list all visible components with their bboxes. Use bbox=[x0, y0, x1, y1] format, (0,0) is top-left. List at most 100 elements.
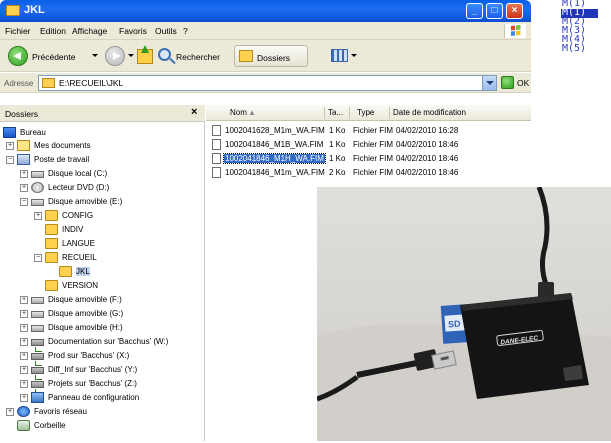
expand-icon[interactable]: + bbox=[34, 212, 42, 220]
tree-item-label: Lecteur DVD (D:) bbox=[48, 183, 110, 192]
menu-outils[interactable]: Outils bbox=[155, 26, 177, 36]
file-icon bbox=[212, 167, 221, 178]
column-header-date[interactable]: Date de modification bbox=[393, 108, 466, 117]
file-icon bbox=[212, 125, 221, 136]
views-icon[interactable] bbox=[331, 49, 348, 62]
column-header-type[interactable]: Type bbox=[357, 108, 374, 117]
network-places-icon bbox=[17, 406, 30, 417]
control-panel-icon bbox=[31, 392, 44, 403]
collapse-icon[interactable]: − bbox=[34, 254, 42, 262]
expand-icon[interactable]: + bbox=[20, 366, 28, 374]
folder-icon bbox=[45, 238, 58, 249]
close-pane-icon[interactable]: × bbox=[191, 106, 197, 118]
expand-icon[interactable]: + bbox=[20, 184, 28, 192]
menu-affichage[interactable]: Affichage bbox=[72, 26, 107, 36]
tree-item-label: VERSION bbox=[62, 281, 99, 290]
views-dropdown-icon[interactable] bbox=[351, 54, 357, 57]
folders-button-label: Dossiers bbox=[257, 53, 291, 63]
file-row-selected[interactable]: 1002041846_M1H_WA.FIM 1 Ko Fichier FIM 0… bbox=[212, 152, 531, 166]
search-button-label[interactable]: Rechercher bbox=[176, 52, 220, 62]
tree-item-label: Diff_Inf sur 'Bacchus' (Y:) bbox=[48, 365, 138, 374]
expand-icon[interactable]: + bbox=[20, 352, 28, 360]
file-row[interactable]: 1002041846_M1m_WA.FIM 2 Ko Fichier FIM 0… bbox=[212, 166, 531, 180]
tree-item-label: Disque amovible (E:) bbox=[48, 197, 123, 206]
network-drive-icon bbox=[31, 381, 44, 394]
file-icon bbox=[212, 153, 221, 164]
removable-drive-icon bbox=[31, 297, 44, 304]
folder-icon bbox=[45, 224, 58, 235]
tree-item-label: Poste de travail bbox=[34, 155, 90, 164]
back-dropdown-icon[interactable] bbox=[92, 54, 98, 57]
sd-card-label: SD bbox=[448, 319, 462, 330]
forward-dropdown-icon[interactable] bbox=[128, 54, 134, 57]
expand-icon[interactable]: + bbox=[20, 394, 28, 402]
address-dropdown-icon[interactable] bbox=[482, 76, 496, 90]
address-value[interactable]: E:\RECUEIL\JKL bbox=[59, 78, 123, 88]
collapse-icon[interactable]: − bbox=[6, 156, 14, 164]
folder-icon bbox=[45, 280, 58, 291]
expand-icon[interactable]: + bbox=[6, 142, 14, 150]
go-button[interactable]: OK bbox=[501, 75, 529, 91]
folders-button[interactable]: Dossiers bbox=[234, 45, 308, 67]
removable-drive-icon bbox=[31, 325, 44, 332]
close-button[interactable]: × bbox=[506, 3, 523, 19]
folder-icon bbox=[42, 78, 55, 88]
hard-drive-icon bbox=[31, 171, 44, 178]
back-arrow-icon[interactable] bbox=[8, 46, 28, 66]
tree-item-label: RECUEIL bbox=[62, 253, 97, 262]
menu-fichier[interactable]: Fichier bbox=[5, 26, 31, 36]
menu-help[interactable]: ? bbox=[183, 26, 188, 36]
tree-item-label: Disque amovible (F:) bbox=[48, 295, 122, 304]
go-arrow-icon bbox=[501, 76, 514, 89]
file-icon bbox=[212, 139, 221, 150]
back-button-label[interactable]: Précédente bbox=[32, 52, 75, 62]
open-folder-icon bbox=[45, 252, 58, 263]
expand-icon[interactable]: + bbox=[6, 408, 14, 416]
m-list-item[interactable]: M(5) bbox=[561, 44, 611, 54]
address-label: Adresse bbox=[4, 79, 34, 88]
tree-item-label: Favoris réseau bbox=[34, 407, 87, 416]
file-name: 1002041846_M1H_WA.FIM bbox=[223, 153, 326, 164]
column-separator[interactable] bbox=[389, 107, 390, 119]
folders-icon bbox=[239, 50, 253, 62]
address-bar: Adresse E:\RECUEIL\JKL OK bbox=[0, 73, 531, 93]
removable-drive-icon bbox=[31, 311, 44, 318]
tree-item-label: JKL bbox=[76, 267, 90, 276]
file-type: Fichier FIM bbox=[353, 126, 393, 135]
network-drive-icon bbox=[31, 367, 44, 380]
column-header-name[interactable]: Nom bbox=[230, 108, 247, 117]
maximize-button[interactable]: □ bbox=[486, 3, 503, 19]
go-button-label: OK bbox=[517, 78, 530, 88]
file-size: 1 Ko bbox=[329, 140, 346, 149]
folder-icon bbox=[45, 210, 58, 221]
menu-favoris[interactable]: Favoris bbox=[119, 26, 147, 36]
file-name: 1002041846_M1m_WA.FIM bbox=[225, 168, 325, 177]
expand-icon[interactable]: + bbox=[20, 338, 28, 346]
file-row[interactable]: 1002041846_M1B_WA.FIM 1 Ko Fichier FIM 0… bbox=[212, 138, 531, 152]
tree-item-label: Bureau bbox=[20, 128, 46, 137]
menu-edition[interactable]: Edition bbox=[40, 26, 66, 36]
expand-icon[interactable]: + bbox=[20, 380, 28, 388]
tree-item-label: Projets sur 'Bacchus' (Z:) bbox=[48, 379, 137, 388]
open-folder-icon bbox=[59, 266, 72, 277]
address-input[interactable]: E:\RECUEIL\JKL bbox=[38, 75, 497, 91]
search-icon[interactable] bbox=[158, 48, 171, 61]
tree-item-label: Disque amovible (G:) bbox=[48, 309, 124, 318]
collapse-icon[interactable]: − bbox=[20, 198, 28, 206]
minimize-button[interactable]: _ bbox=[466, 3, 483, 19]
title-bar[interactable]: JKL _ □ × bbox=[0, 0, 531, 22]
file-date: 04/02/2010 18:46 bbox=[396, 154, 459, 163]
file-name: 1002041628_M1m_WA.FIM bbox=[225, 126, 325, 135]
folder-pane-title: Dossiers bbox=[5, 109, 39, 119]
column-separator[interactable] bbox=[349, 107, 350, 119]
expand-icon[interactable]: + bbox=[20, 310, 28, 318]
folder-up-icon[interactable] bbox=[137, 45, 153, 64]
column-header-size[interactable]: Ta... bbox=[328, 108, 343, 117]
expand-icon[interactable]: + bbox=[20, 296, 28, 304]
expand-icon[interactable]: + bbox=[20, 324, 28, 332]
expand-icon[interactable]: + bbox=[20, 170, 28, 178]
tree-item-label: Disque local (C:) bbox=[48, 169, 108, 178]
file-row[interactable]: 1002041628_M1m_WA.FIM 1 Ko Fichier FIM 0… bbox=[212, 124, 531, 138]
column-separator[interactable] bbox=[324, 107, 325, 119]
forward-arrow-icon[interactable] bbox=[105, 46, 125, 66]
